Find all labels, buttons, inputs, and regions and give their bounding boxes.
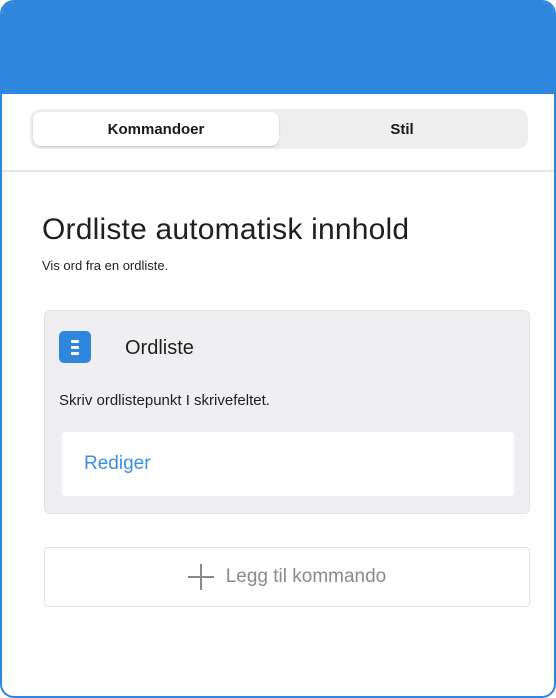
add-command-button[interactable]: Legg til kommando bbox=[44, 547, 530, 607]
tab-stil[interactable]: Stil bbox=[279, 112, 525, 146]
header-bar bbox=[2, 2, 554, 94]
tab-kommandoer[interactable]: Kommandoer bbox=[33, 112, 279, 146]
edit-button[interactable]: Rediger bbox=[62, 432, 514, 496]
edit-label: Rediger bbox=[84, 453, 151, 474]
list-icon bbox=[59, 331, 91, 363]
plus-icon bbox=[187, 564, 214, 590]
page-title: Ordliste automatisk innhold bbox=[42, 213, 410, 246]
add-command-label: Legg til kommando bbox=[225, 566, 387, 587]
command-card: Ordliste Skriv ordlistepunkt I skrivefel… bbox=[44, 310, 530, 514]
segmented-control: Kommandoer Stil bbox=[30, 109, 528, 149]
tab-bar: Kommandoer Stil bbox=[2, 94, 554, 172]
app-window: Kommandoer Stil Ordliste automatisk innh… bbox=[0, 0, 556, 698]
main-content: Ordliste automatisk innhold Vis ord fra … bbox=[2, 212, 554, 273]
card-description: Skriv ordlistepunkt I skrivefeltet. bbox=[59, 392, 270, 409]
card-title: Ordliste bbox=[125, 337, 194, 359]
page-subtitle: Vis ord fra en ordliste. bbox=[42, 258, 169, 273]
